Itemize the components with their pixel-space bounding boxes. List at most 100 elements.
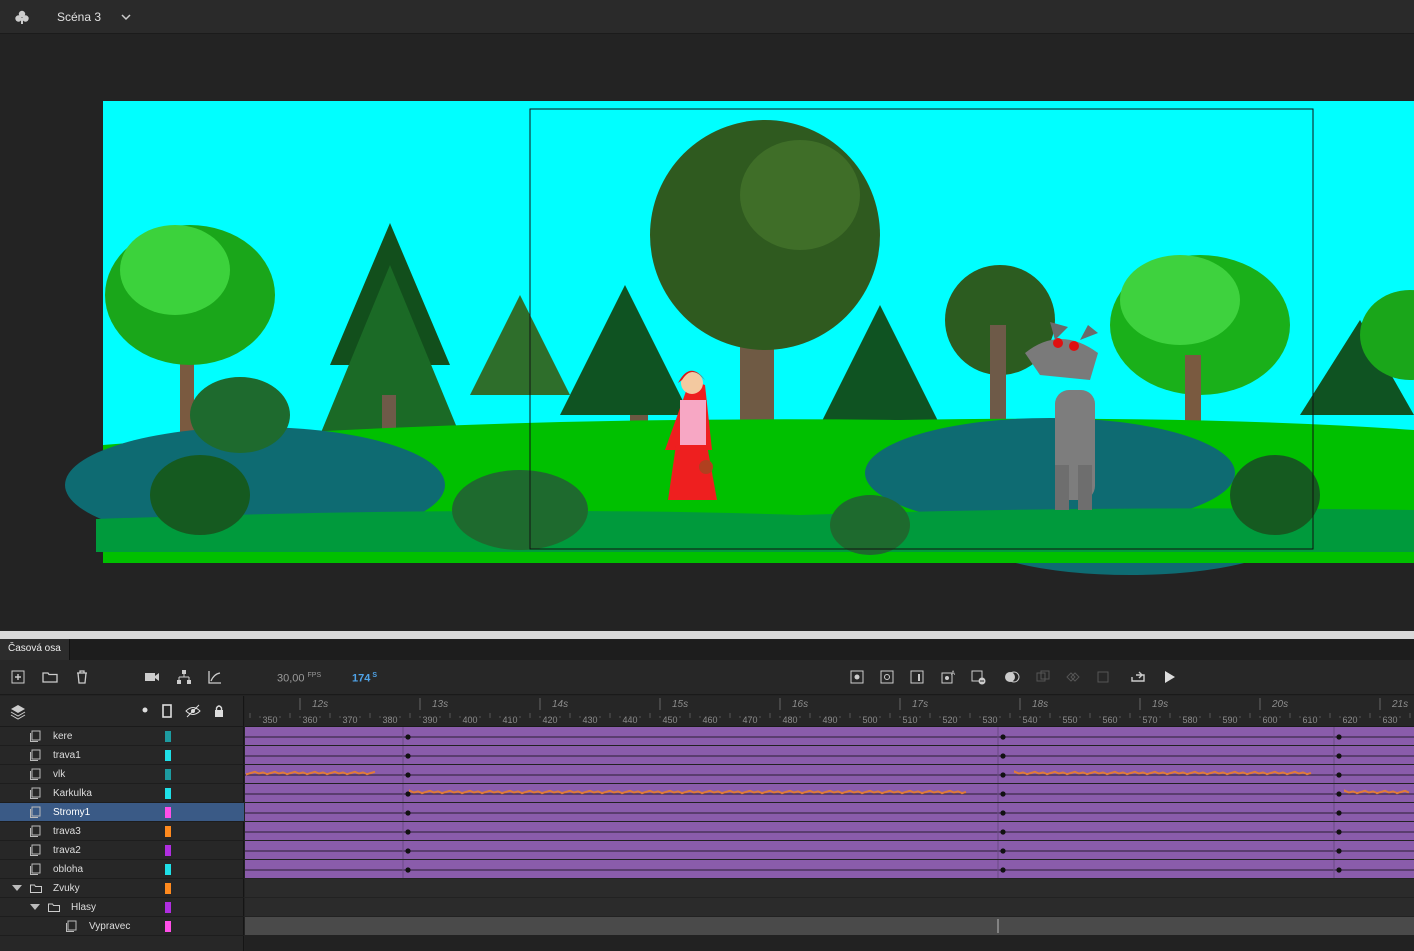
auto-keyframe-icon[interactable]: A	[940, 669, 956, 685]
ruler-second-label: 14s	[552, 699, 568, 710]
layer-color-swatch[interactable]	[165, 731, 171, 742]
timeline-toolbar: 30,00 FPS 174 S A	[0, 660, 1414, 695]
keyframe-dot	[1000, 829, 1006, 835]
scene-icon[interactable]	[14, 9, 30, 25]
delete-icon[interactable]	[74, 669, 90, 685]
visibility-icon[interactable]	[185, 704, 201, 718]
layer-row-karkulka[interactable]: Karkulka	[0, 784, 244, 803]
keyframe-dot	[405, 848, 411, 854]
keyframe-dot	[405, 829, 411, 835]
keyframe-dot	[1000, 867, 1006, 873]
lock-icon[interactable]	[213, 704, 225, 718]
layer-row-trava2[interactable]: trava2	[0, 841, 244, 860]
layer-row-obloha[interactable]: obloha	[0, 860, 244, 879]
ruler-canvas[interactable]: 350 360 370 380 390 400 410 420 430 440 450 460 470 4…	[245, 696, 1414, 727]
fps-value[interactable]: 30,00	[277, 673, 305, 685]
keyframe-dot	[1000, 753, 1006, 759]
layer-row-hlasy[interactable]: Hlasy	[0, 898, 244, 917]
expand-triangle-icon[interactable]	[12, 885, 22, 891]
layer-color-swatch[interactable]	[165, 921, 171, 932]
ruler-second-label: 20s	[1271, 699, 1288, 710]
keyframe-dot	[1000, 734, 1006, 740]
layer-row-vypravec[interactable]: Vypravec	[0, 917, 244, 936]
ruler-second-label: 13s	[432, 699, 448, 710]
layer-name[interactable]: trava2	[53, 845, 81, 856]
highlight-icon[interactable]	[141, 706, 149, 714]
scene-bar: Scéna 3	[0, 0, 1414, 34]
layer-color-swatch[interactable]	[165, 750, 171, 761]
outline-icon[interactable]	[161, 704, 173, 718]
frame-span	[245, 917, 1414, 935]
layer-color-swatch[interactable]	[165, 807, 171, 818]
layer-name[interactable]: trava3	[53, 826, 81, 837]
layer-row-kere[interactable]: kere	[0, 727, 244, 746]
layer-icon	[30, 787, 41, 799]
layer-color-swatch[interactable]	[165, 883, 171, 894]
new-folder-icon[interactable]	[42, 669, 58, 685]
layer-color-swatch[interactable]	[165, 788, 171, 799]
chevron-down-icon[interactable]	[120, 11, 132, 23]
layer-row-stromy1[interactable]: Stromy1	[0, 803, 244, 822]
frame-span	[245, 822, 1414, 840]
fps-readout[interactable]: 30,00 FPS	[277, 672, 321, 685]
graph-icon[interactable]	[207, 669, 223, 685]
layer-name[interactable]: Vypravec	[89, 921, 130, 932]
keyframe-icon[interactable]	[849, 669, 865, 685]
frame-icon[interactable]	[909, 669, 925, 685]
remove-frame-icon[interactable]	[970, 669, 986, 685]
parenting-icon[interactable]	[176, 669, 192, 685]
layer-row-trava1[interactable]: trava1	[0, 746, 244, 765]
layer-name[interactable]: obloha	[53, 864, 83, 875]
layer-row-zvuky[interactable]: Zvuky	[0, 879, 244, 898]
new-layer-icon[interactable]	[10, 669, 26, 685]
keyframe-dot	[1336, 829, 1342, 835]
layer-icon	[30, 730, 41, 742]
timeline-ruler[interactable]: 350 360 370 380 390 400 410 420 430 440 450 460 470 4…	[245, 696, 1414, 727]
camera-icon[interactable]	[144, 669, 160, 685]
sync-icon	[1097, 671, 1109, 683]
timeline-frames[interactable]	[245, 727, 1414, 951]
layer-name[interactable]: vlk	[53, 769, 65, 780]
loop-icon[interactable]	[1130, 669, 1146, 685]
stage-canvas[interactable]	[0, 35, 1414, 631]
layer-name[interactable]: Zvuky	[53, 883, 80, 894]
frames-canvas[interactable]	[245, 727, 1414, 951]
layer-color-swatch[interactable]	[165, 769, 171, 780]
expand-triangle-icon[interactable]	[30, 904, 40, 910]
layers-icon[interactable]	[10, 704, 26, 720]
onion-skin-icon[interactable]	[1004, 669, 1020, 685]
svg-text:A: A	[951, 670, 956, 677]
panel-splitter[interactable]	[0, 631, 1414, 639]
current-frame-readout[interactable]: 174 S	[352, 672, 377, 685]
keyframe-dot	[405, 810, 411, 816]
keyframe-dot	[405, 791, 411, 797]
tab-timeline[interactable]: Časová osa	[0, 639, 70, 660]
blank-keyframe-icon[interactable]	[879, 669, 895, 685]
layer-color-swatch[interactable]	[165, 864, 171, 875]
ruler-second-label: 16s	[792, 699, 808, 710]
layer-icon	[66, 920, 77, 932]
keyframe-dot	[1336, 791, 1342, 797]
layer-row-trava3[interactable]: trava3	[0, 822, 244, 841]
frame-span	[245, 803, 1414, 821]
layer-name[interactable]: trava1	[53, 750, 81, 761]
ruler-second-label: 21s	[1391, 699, 1408, 710]
keyframe-dot	[1336, 848, 1342, 854]
onion-skin-outline-icon	[1036, 670, 1050, 682]
layer-color-swatch[interactable]	[165, 826, 171, 837]
layer-row-vlk[interactable]: vlk	[0, 765, 244, 784]
ruler-second-label: 12s	[312, 699, 328, 710]
play-icon[interactable]	[1161, 669, 1177, 685]
layer-color-swatch[interactable]	[165, 902, 171, 913]
keyframe-dot	[1336, 734, 1342, 740]
keyframe-dot	[405, 772, 411, 778]
scene-name[interactable]: Scéna 3	[57, 10, 101, 24]
layer-name[interactable]: Karkulka	[53, 788, 92, 799]
layer-name[interactable]: Stromy1	[53, 807, 90, 818]
layer-name[interactable]: Hlasy	[71, 902, 96, 913]
stage-area[interactable]	[0, 35, 1414, 631]
current-frame-value[interactable]: 174	[352, 673, 370, 685]
layer-color-swatch[interactable]	[165, 845, 171, 856]
layer-icon	[30, 768, 41, 780]
layer-name[interactable]: kere	[53, 731, 72, 742]
